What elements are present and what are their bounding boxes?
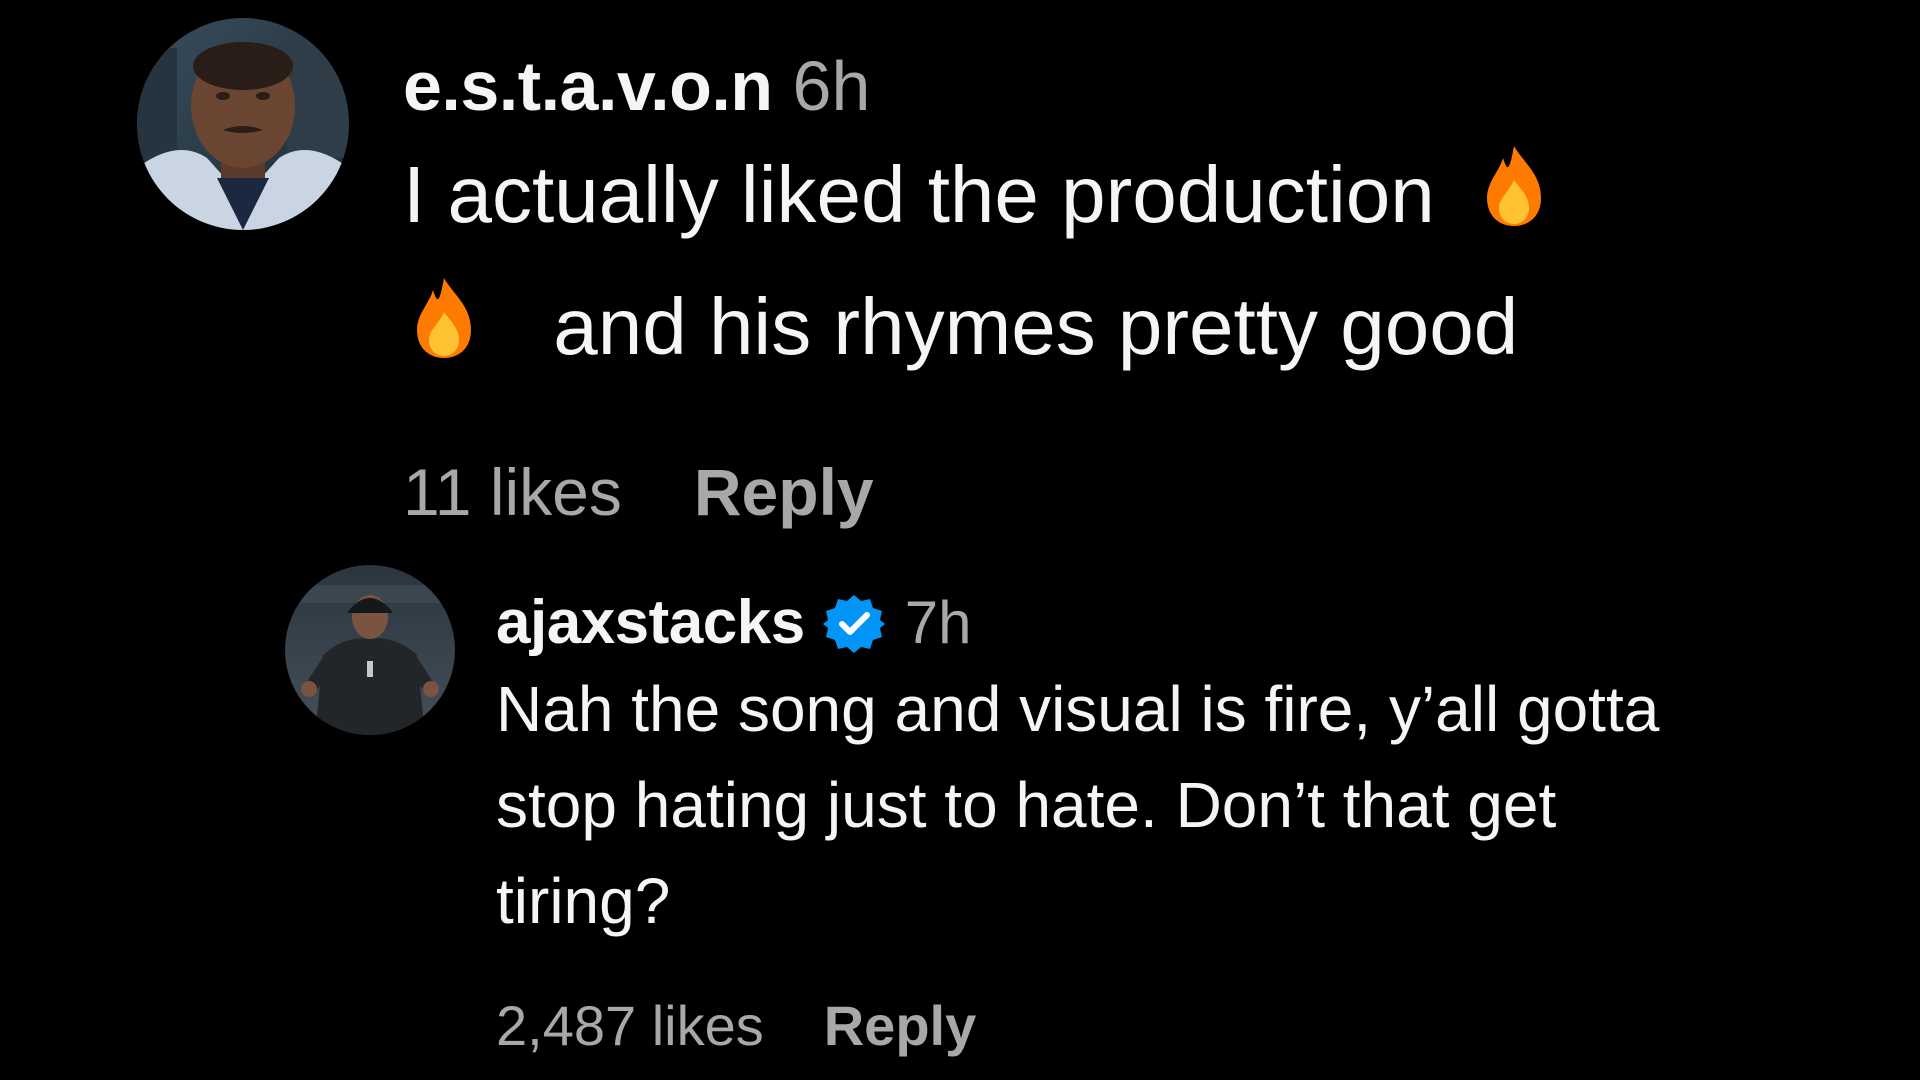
likes-count[interactable]: 11 likes [403, 454, 622, 530]
fire-emoji-icon [409, 270, 479, 396]
comment-header: ajaxstacks 7h [496, 587, 1736, 665]
comment-text-line1: I actually liked the production [403, 150, 1435, 239]
username[interactable]: ajaxstacks [496, 587, 805, 658]
avatar-photo [137, 18, 349, 230]
comment-text: I actually liked the production and his … [403, 132, 1783, 396]
likes-count[interactable]: 2,487 likes [496, 993, 764, 1058]
reply-button[interactable]: Reply [824, 993, 977, 1058]
reply-button[interactable]: Reply [694, 454, 874, 530]
comment-body: e.s.t.a.v.o.n 6h I actually liked the pr… [403, 18, 1783, 530]
avatar-photo [285, 565, 455, 735]
comment-body: ajaxstacks 7h Nah the song and visual is… [496, 565, 1736, 1058]
comment-actions: 11 likes Reply [403, 454, 1783, 530]
username[interactable]: e.s.t.a.v.o.n [403, 46, 773, 126]
comment-text: Nah the song and visual is fire, y’all g… [496, 673, 1660, 937]
timestamp: 6h [792, 47, 871, 125]
verified-badge-icon [822, 593, 885, 660]
comment-text-line2: and his rhymes pretty good [553, 281, 1519, 371]
comment-header: e.s.t.a.v.o.n 6h [403, 46, 1783, 138]
avatar[interactable] [285, 565, 455, 735]
timestamp: 7h [904, 589, 972, 656]
fire-emoji-icon [1479, 138, 1549, 264]
comment-actions: 2,487 likes Reply [496, 993, 1736, 1058]
avatar[interactable] [137, 18, 349, 230]
